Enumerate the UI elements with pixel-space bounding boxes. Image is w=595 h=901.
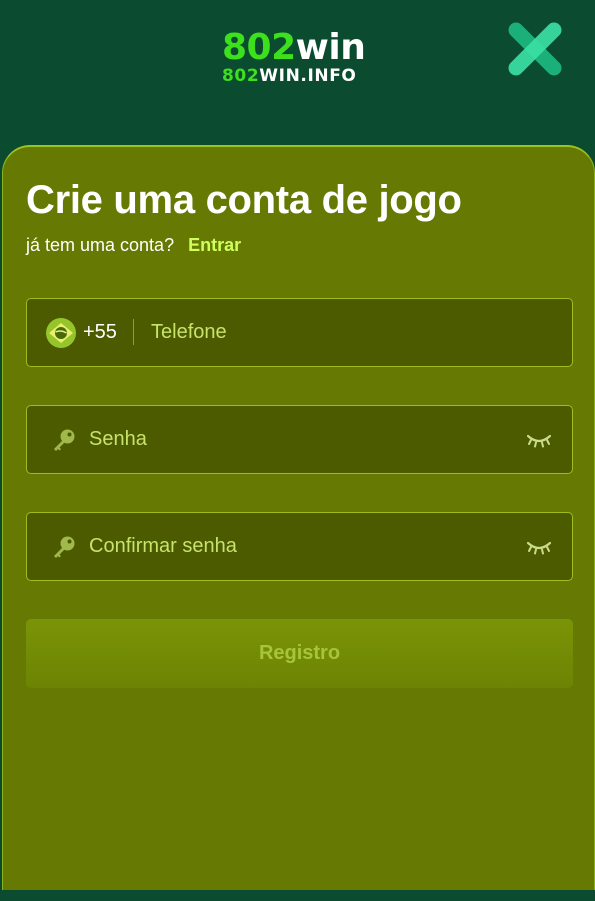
bottom-strip [0,890,595,901]
brazil-flag-icon[interactable] [46,318,76,348]
brand-logo: 802win 802WIN.INFO [222,30,374,86]
confirm-password-input[interactable] [89,513,509,579]
dial-separator [133,319,134,345]
eye-closed-icon[interactable] [526,539,552,555]
password-field[interactable] [26,405,573,474]
have-account-text: já tem uma conta? [26,235,175,255]
logo-domain-rest: WIN.INFO [259,66,357,86]
login-prompt: já tem uma conta? Entrar [26,235,241,256]
page-title: Crie uma conta de jogo [26,178,462,222]
close-x-icon [508,22,562,76]
phone-input[interactable] [151,299,551,365]
eye-closed-icon[interactable] [526,432,552,448]
key-icon [54,536,75,558]
dial-code[interactable]: +55 [83,321,117,344]
login-link[interactable]: Entrar [188,235,241,255]
close-button[interactable] [504,18,566,80]
logo-word: win [295,27,366,68]
phone-field[interactable]: +55 [26,298,573,367]
logo-wordmark: 802win [222,30,374,66]
confirm-password-field[interactable] [26,512,573,581]
logo-domain: 802WIN.INFO [222,67,374,85]
register-button[interactable]: Registro [26,619,573,688]
password-input[interactable] [89,406,509,472]
logo-domain-digits: 802 [222,66,260,86]
key-icon [54,429,75,451]
logo-digits: 802 [222,27,296,68]
